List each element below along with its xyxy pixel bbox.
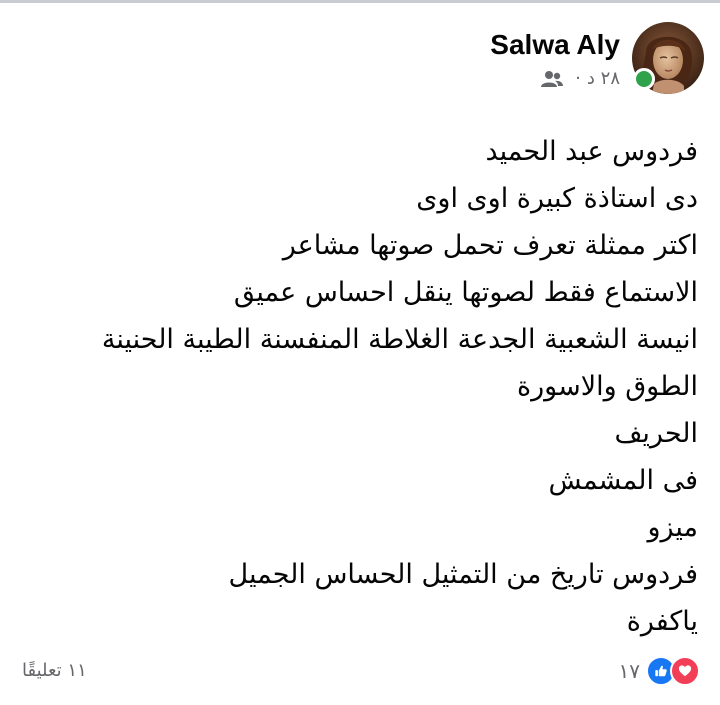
post-line: دى استاذة كبيرة اوى اوى: [416, 183, 698, 214]
post-header: Salwa Aly · ٢٨ د: [490, 22, 704, 94]
post-submeta: · ٢٨ د: [541, 68, 620, 89]
post-body: فردوس عبد الحميد دى استاذة كبيرة اوى اوى…: [38, 128, 698, 645]
reaction-count: ١٧: [618, 659, 640, 683]
friends-icon[interactable]: [541, 70, 564, 88]
author-name[interactable]: Salwa Aly: [490, 28, 620, 62]
post-footer: ١٧ ١١ تعليقًا: [0, 652, 720, 692]
post-line: فى المشمش: [548, 465, 698, 496]
avatar-container[interactable]: [632, 22, 704, 94]
love-icon: [670, 656, 700, 686]
post-line: فردوس تاريخ من التمثيل الحساس الجميل: [228, 559, 699, 590]
post-line: ياكفرة: [626, 606, 698, 637]
post-line: الاستماع فقط لصوتها ينقل احساس عميق: [233, 277, 698, 308]
post-line: ميزو: [647, 512, 698, 543]
post-line: اكتر ممثلة تعرف تحمل صوتها مشاعر: [282, 230, 698, 261]
post-meta: Salwa Aly · ٢٨ د: [490, 22, 620, 89]
meta-separator: ·: [575, 68, 581, 89]
post-card: Salwa Aly · ٢٨ د فردوس عبد الحميد دى است…: [0, 0, 720, 705]
top-divider: [0, 0, 720, 3]
post-line: الطوق والاسورة: [516, 371, 698, 402]
post-timestamp[interactable]: ٢٨ د: [587, 68, 620, 89]
comments-count[interactable]: ١١ تعليقًا: [22, 660, 87, 681]
post-line: انيسة الشعبية الجدعة الغلاطة المنفسنة ال…: [101, 324, 698, 355]
online-status-dot: [633, 68, 655, 90]
reactions-summary[interactable]: ١٧: [619, 656, 700, 686]
post-line: فردوس عبد الحميد: [485, 136, 698, 167]
post-line: الحريف: [614, 418, 698, 449]
